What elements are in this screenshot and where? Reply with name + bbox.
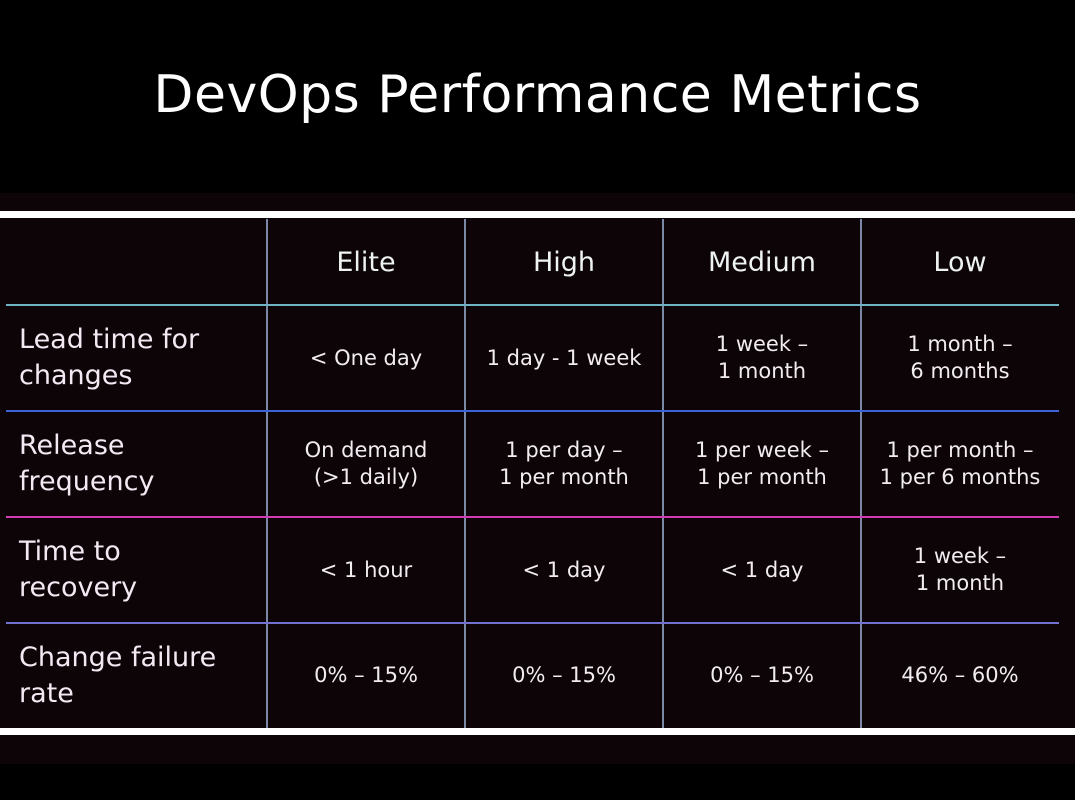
row-divider [6, 516, 1059, 518]
row-label: Release frequency [19, 430, 155, 497]
table-cell: 1 week – 1 month [913, 544, 1007, 595]
row-divider [6, 410, 1059, 412]
table-cell: 46% – 60% [901, 663, 1019, 687]
table-cell: < One day [309, 345, 423, 370]
table-top-border [0, 211, 1075, 218]
table-cell: 1 month – 6 months [907, 332, 1013, 383]
slide-title: DevOps Performance Metrics [153, 64, 922, 125]
table-cell: < 1 day [720, 557, 804, 582]
table-cell: 0% – 15% [314, 663, 418, 687]
row-divider [6, 622, 1059, 624]
table-cell: 1 week – 1 month [715, 332, 809, 383]
table-bottom-border [0, 728, 1075, 735]
column-header-medium: Medium [708, 246, 816, 278]
column-header-low: Low [933, 246, 987, 278]
table-cell: 1 per month – 1 per 6 months [879, 438, 1041, 489]
table-cell: 0% – 15% [710, 663, 814, 687]
table-cell: 1 per day – 1 per month [499, 438, 629, 489]
column-header-high: High [532, 246, 596, 278]
table-cell: 1 day - 1 week [486, 345, 642, 370]
row-label: Lead time for changes [19, 324, 200, 391]
table-cell: On demand (>1 daily) [304, 438, 428, 489]
slide-title-area: DevOps Performance Metrics [0, 0, 1075, 193]
column-header-elite: Elite [336, 246, 396, 278]
row-label: Time to recovery [19, 536, 138, 603]
table-cell: < 1 day [522, 557, 606, 582]
table-cell: < 1 hour [319, 557, 413, 582]
table-cell: 1 per week – 1 per month [695, 438, 829, 489]
table-cell: 0% – 15% [512, 663, 616, 687]
row-divider [6, 304, 1059, 306]
row-label: Change failure rate [19, 641, 217, 709]
